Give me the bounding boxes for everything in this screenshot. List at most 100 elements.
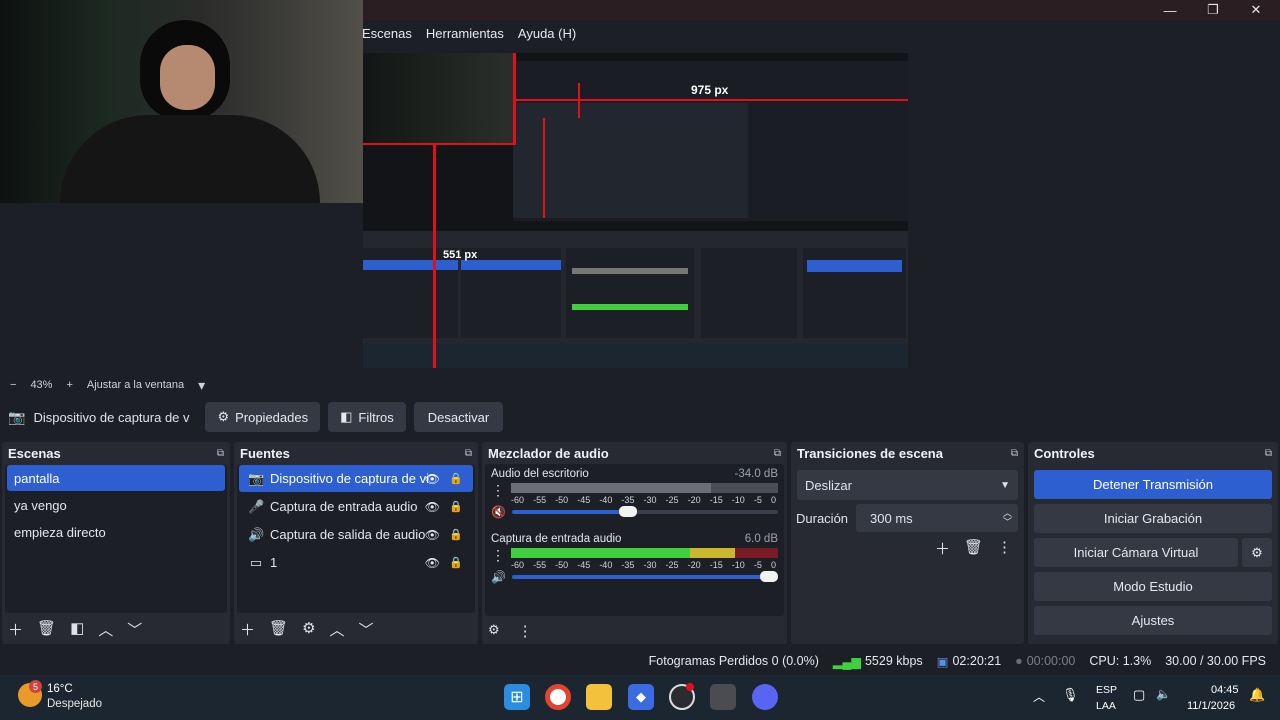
sources-title: Fuentes — [240, 445, 290, 461]
add-icon[interactable]: ＋ — [935, 538, 950, 559]
channel-name: Audio del escritorio — [491, 468, 589, 480]
tick-label: -5 — [753, 495, 762, 505]
controls-dock: Controles ⧉ Detener Transmisión Iniciar G… — [1028, 442, 1278, 644]
zoom-dropdown-icon[interactable]: ▾ — [198, 377, 205, 394]
status-bar: Fotogramas Perdidos 0 (0.0%) ▂▄▆ 5529 kb… — [0, 648, 1280, 674]
kebab-icon[interactable]: ⋮ — [491, 482, 505, 499]
scene-item-pantalla[interactable]: pantalla — [7, 465, 225, 491]
kebab-icon[interactable]: ⋮ — [491, 547, 505, 564]
undock-icon[interactable]: ⧉ — [1265, 448, 1272, 459]
windows-start-icon[interactable]: ⊞ — [504, 684, 530, 710]
microphone-icon[interactable]: 🎙 — [1062, 687, 1079, 703]
filters-button[interactable]: ◧ Filtros — [328, 402, 406, 432]
transition-toolbar: ＋ 🗑 ⋮ — [791, 538, 1012, 559]
volume-slider[interactable] — [511, 571, 778, 582]
preview-canvas[interactable]: 975 px 551 px — [363, 53, 908, 368]
spinner-arrows-icon[interactable]: ︿ ﹀ — [1003, 509, 1012, 527]
file-explorer-icon[interactable] — [586, 684, 612, 710]
deactivate-button[interactable]: Desactivar — [413, 402, 504, 432]
deactivate-label: Desactivar — [427, 409, 490, 425]
start-recording-button[interactable]: Iniciar Grabación — [1034, 504, 1272, 533]
game-icon[interactable] — [710, 684, 736, 710]
volume-slider[interactable] — [511, 506, 778, 517]
zoom-in-button[interactable]: + — [66, 379, 72, 391]
slider-knob[interactable] — [618, 506, 637, 517]
transition-select[interactable]: Deslizar ▼ — [797, 470, 1018, 500]
language-top[interactable]: ESP — [1096, 684, 1117, 696]
maximize-button[interactable]: ❐ — [1193, 0, 1233, 20]
tick-label: -25 — [665, 560, 679, 570]
trash-icon[interactable]: 🗑 — [269, 619, 288, 640]
chrome-icon[interactable] — [545, 684, 571, 710]
gear-icon[interactable]: ⚙ — [302, 619, 315, 640]
clock-time[interactable]: 04:45 — [1211, 684, 1239, 696]
camera-icon: 📷 — [248, 470, 265, 486]
studio-mode-button[interactable]: Modo Estudio — [1034, 572, 1272, 601]
record-time: 00:00:00 — [1026, 654, 1076, 668]
red-guide-line — [433, 143, 436, 368]
settings-button[interactable]: Ajustes — [1034, 606, 1272, 635]
discord-icon[interactable] — [752, 684, 778, 710]
speaker-icon[interactable]: 🔊 — [491, 570, 506, 584]
move-up-icon[interactable]: ︿ — [330, 619, 345, 640]
menu-scenes[interactable]: Escenas — [362, 26, 412, 41]
clock-date[interactable]: 11/1/2026 — [1187, 700, 1235, 712]
source-item[interactable]: 📷 Dispositivo de captura de vi 👁 🔒 — [239, 465, 473, 492]
add-icon[interactable]: ＋ — [240, 619, 255, 640]
lock-icon[interactable]: 🔒 — [449, 556, 463, 569]
nested-taskbar — [363, 343, 908, 368]
kebab-icon[interactable]: ⋮ — [997, 538, 1012, 559]
source-item[interactable]: ▭ 1 👁 🔒 — [239, 549, 473, 576]
add-icon[interactable]: ＋ — [8, 619, 23, 640]
close-button[interactable]: ✕ — [1236, 0, 1276, 20]
virtual-camera-button[interactable]: Iniciar Cámara Virtual — [1034, 538, 1238, 567]
stop-stream-button[interactable]: Detener Transmisión — [1034, 470, 1272, 499]
trash-icon[interactable]: 🗑 — [964, 538, 983, 559]
microphone-icon: 🎤 — [248, 498, 265, 514]
scene-item-ya-vengo[interactable]: ya vengo — [7, 492, 225, 518]
nested-transitions — [701, 248, 797, 338]
undock-icon[interactable]: ⧉ — [465, 448, 472, 459]
properties-button[interactable]: ⚙ Propiedades — [205, 402, 321, 432]
muted-speaker-icon[interactable]: 🔇 — [491, 505, 506, 519]
lock-icon[interactable]: 🔒 — [449, 472, 463, 485]
recording-dot — [686, 683, 694, 691]
slider-knob[interactable] — [760, 571, 778, 582]
menu-tools[interactable]: Herramientas — [426, 26, 504, 41]
lock-icon[interactable]: 🔒 — [449, 528, 463, 541]
eye-icon[interactable]: 👁 — [425, 556, 440, 570]
zoom-out-button[interactable]: − — [10, 379, 16, 391]
undock-icon[interactable]: ⧉ — [774, 448, 781, 459]
move-up-icon[interactable]: ︿ — [98, 619, 113, 640]
minimize-button[interactable]: — — [1150, 0, 1190, 20]
duration-spinbox[interactable]: 300 ms ︿ ﹀ — [856, 504, 1018, 532]
lock-icon[interactable]: 🔒 — [449, 500, 463, 513]
trash-icon[interactable]: 🗑 — [37, 619, 56, 640]
eye-icon[interactable]: 👁 — [425, 528, 440, 542]
filter-icon[interactable]: ◧ — [70, 619, 84, 640]
transitions-title: Transiciones de escena — [797, 445, 943, 461]
webcam-overlay — [0, 0, 363, 203]
source-item[interactable]: 🎤 Captura de entrada audio 👁 🔒 — [239, 493, 473, 520]
virtual-camera-settings-button[interactable]: ⚙ — [1242, 538, 1272, 567]
roblox-icon[interactable]: ◆ — [628, 684, 654, 710]
undock-icon[interactable]: ⧉ — [217, 448, 224, 459]
undock-icon[interactable]: ⧉ — [1011, 448, 1018, 459]
red-guide-line — [543, 118, 545, 218]
scene-item-empieza-directo[interactable]: empieza directo — [7, 519, 225, 545]
tick-label: -30 — [643, 560, 657, 570]
eye-icon[interactable]: 👁 — [425, 472, 440, 486]
move-down-icon[interactable]: ﹀ — [127, 619, 142, 640]
source-item[interactable]: 🔊 Captura de salida de audio 👁 🔒 — [239, 521, 473, 548]
move-down-icon[interactable]: ﹀ — [359, 619, 374, 640]
volume-icon[interactable]: 🔈 — [1156, 687, 1171, 701]
menu-help[interactable]: Ayuda (H) — [518, 26, 576, 41]
chevron-up-icon[interactable]: ︿ — [1033, 688, 1045, 705]
notification-icon[interactable]: 🔔 — [1249, 687, 1265, 703]
language-bottom[interactable]: LAA — [1096, 700, 1116, 712]
eye-icon[interactable]: 👁 — [425, 500, 440, 514]
channel-db: -34.0 dB — [734, 468, 778, 480]
kebab-icon[interactable]: ⋮ — [518, 622, 533, 640]
advanced-audio-icon[interactable]: ⚙ — [488, 622, 500, 640]
network-icon[interactable]: ▢ — [1133, 687, 1145, 703]
